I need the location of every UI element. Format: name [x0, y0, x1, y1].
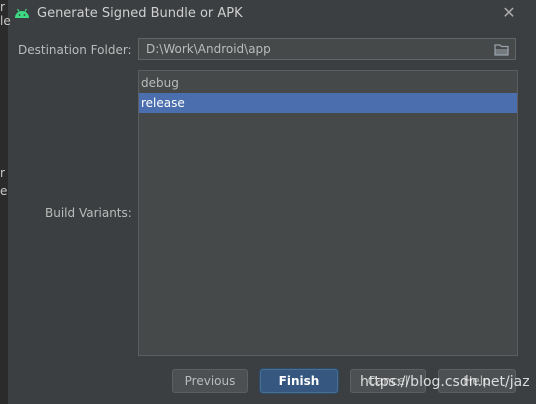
list-item-debug[interactable]: debug [139, 73, 517, 93]
android-icon [15, 8, 29, 18]
finish-button[interactable]: Finish [260, 369, 338, 393]
dialog-window: r le r e Generate Signed Bundle or APK ✕… [0, 0, 536, 404]
build-variants-label: Build Variants: [45, 206, 132, 220]
list-item-release[interactable]: release [139, 93, 517, 113]
folder-icon[interactable] [494, 43, 510, 56]
dialog-title: Generate Signed Bundle or APK [37, 6, 243, 21]
build-variants-list[interactable]: debug release [138, 70, 518, 356]
close-icon: ✕ [502, 3, 516, 22]
previous-button[interactable]: Previous [172, 369, 248, 393]
close-button[interactable]: ✕ [500, 4, 518, 22]
background-ide-strip: r le r e [0, 0, 11, 404]
destination-folder-input[interactable] [139, 39, 486, 59]
background-text-fragment: r [0, 166, 5, 180]
help-button[interactable]: Help [438, 369, 516, 393]
title-bar: Generate Signed Bundle or APK ✕ [0, 0, 536, 28]
cancel-button[interactable]: Cancel [350, 369, 426, 393]
destination-folder-field[interactable] [138, 38, 516, 60]
destination-folder-label: Destination Folder: [18, 43, 132, 57]
background-text-fragment: e [0, 184, 8, 198]
